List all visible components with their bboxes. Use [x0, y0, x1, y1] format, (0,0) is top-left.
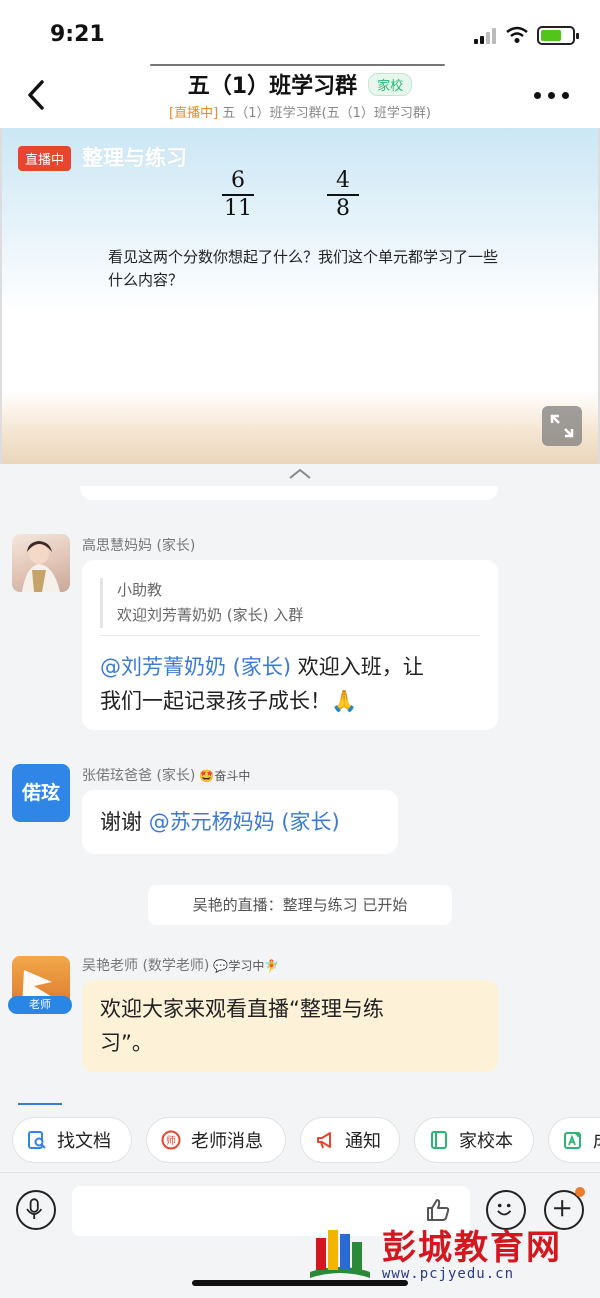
- chat-messages[interactable]: 高思慧妈妈 (家长) 小助教 欢迎刘芳菁奶奶 (家长) 入群 @刘芳菁奶奶 (家…: [0, 486, 600, 1106]
- system-message: 吴艳的直播：整理与练习 已开始: [148, 885, 452, 925]
- watermark-logo-icon: [310, 1230, 370, 1278]
- previous-message-bubble: [80, 486, 498, 500]
- battery-icon: [537, 26, 579, 45]
- mention-link[interactable]: @刘芳菁奶奶 (家长): [100, 655, 291, 679]
- message-text-part: 习”。: [100, 1031, 153, 1055]
- document-search-icon: [28, 1131, 46, 1149]
- fraction-6-11: 6 11: [221, 168, 255, 222]
- subtitle-underline: [150, 64, 445, 66]
- quick-actions-bar: 找文档 师 老师消息 通知 家校本 成: [0, 1117, 600, 1165]
- live-stream-view[interactable]: 直播中 整理与练习 6 11 4 8 看见这两个分数你想起了什么？我们这个单元都…: [0, 128, 600, 464]
- status-time: 9:21: [50, 22, 105, 47]
- quoted-message: 小助教 欢迎刘芳菁奶奶 (家长) 入群: [100, 578, 303, 628]
- chip-label: 家校本: [459, 1131, 513, 1152]
- chip-label: 老师消息: [191, 1131, 263, 1152]
- wifi-icon: [506, 26, 528, 43]
- fraction-numerator: 6: [231, 168, 245, 193]
- sender-name: 吴艳老师 (数学老师) 💬学习中🧚: [82, 955, 279, 975]
- title-row: 五（1）班学习群 家校: [0, 68, 600, 100]
- teacher-messages-button[interactable]: 师 老师消息: [146, 1117, 286, 1163]
- quote-text: 欢迎刘芳菁奶奶 (家长) 入群: [117, 606, 304, 624]
- fraction-numerator: 4: [336, 168, 350, 193]
- fraction-4-8: 4 8: [326, 168, 360, 222]
- chevron-up-icon[interactable]: [288, 468, 312, 480]
- subtitle-live-label: [直播中]: [169, 106, 219, 121]
- group-title[interactable]: 五（1）班学习群: [188, 74, 357, 99]
- user-status-tag: 💬学习中🧚: [213, 959, 280, 973]
- notice-button[interactable]: 通知: [300, 1117, 400, 1163]
- live-subtitle[interactable]: [直播中] 五（1）班学习群(五（1）班学习群): [0, 102, 600, 121]
- school-tag: 家校: [368, 72, 413, 96]
- chip-label: 成: [593, 1127, 600, 1153]
- quote-author: 小助教: [117, 581, 163, 599]
- watermark-name: 彭城教育网: [382, 1228, 562, 1268]
- message-bubble[interactable]: 谢谢 @苏元杨妈妈 (家长): [82, 790, 398, 854]
- sender-name: 张偌玹爸爸 (家长) 🤩奋斗中: [82, 765, 250, 785]
- message-text: 谢谢 @苏元杨妈妈 (家长): [100, 805, 340, 839]
- notification-dot: [575, 1187, 585, 1197]
- teacher-badge: 老师: [8, 996, 72, 1014]
- subtitle-text: 五（1）班学习群(五（1）班学习群): [222, 106, 431, 121]
- avatar[interactable]: [12, 534, 70, 592]
- mention-link[interactable]: @苏元杨妈妈 (家长): [149, 810, 340, 834]
- find-docs-button[interactable]: 找文档: [12, 1117, 132, 1163]
- user-status-tag: 🤩奋斗中: [199, 769, 251, 783]
- scroll-indicator: [18, 1103, 62, 1105]
- chip-label: 找文档: [57, 1131, 111, 1152]
- sender-name-text: 吴艳老师 (数学老师): [82, 958, 210, 974]
- message-text: @刘芳菁奶奶 (家长) 欢迎入班，让 我们一起记录孩子成长！🙏: [100, 650, 490, 718]
- message-bubble[interactable]: 欢迎大家来观看直播“整理与练 习”。: [82, 980, 498, 1072]
- voice-input-icon[interactable]: [16, 1190, 56, 1230]
- teacher-icon: 师: [161, 1130, 181, 1150]
- live-badge: 直播中: [18, 146, 72, 171]
- more-icon[interactable]: [534, 92, 570, 100]
- message-bubble[interactable]: 小助教 欢迎刘芳菁奶奶 (家长) 入群 @刘芳菁奶奶 (家长) 欢迎入班，让 我…: [82, 560, 498, 730]
- divider: [100, 635, 480, 636]
- svg-text:师: 师: [166, 1134, 176, 1147]
- fraction-denominator: 11: [224, 196, 252, 221]
- chip-label: 通知: [345, 1131, 381, 1152]
- message-text-part: 欢迎大家来观看直播“整理与练: [100, 997, 384, 1021]
- fraction-denominator: 8: [336, 196, 350, 221]
- score-icon: [564, 1132, 581, 1149]
- message-text: 欢迎大家来观看直播“整理与练 习”。: [100, 992, 490, 1060]
- fullscreen-icon[interactable]: [542, 406, 582, 446]
- slide-question: 看见这两个分数你想起了什么？我们这个单元都学习了一些什么内容？: [108, 248, 499, 289]
- homework-button[interactable]: 家校本: [414, 1117, 534, 1163]
- sender-name-text: 张偌玹爸爸 (家长): [82, 768, 196, 784]
- more-actions-button[interactable]: 成: [548, 1117, 600, 1163]
- sender-name: 高思慧妈妈 (家长): [82, 538, 196, 554]
- avatar[interactable]: 偌玹: [12, 764, 70, 822]
- home-indicator: [192, 1280, 408, 1286]
- message-text-part: 欢迎入班，让: [291, 655, 424, 679]
- cellular-signal-icon: [474, 28, 498, 44]
- megaphone-icon: [317, 1132, 331, 1149]
- live-title: 整理与练习: [82, 146, 187, 170]
- message-text-part: 我们一起记录孩子成长！🙏: [100, 689, 358, 713]
- message-text-part: 谢谢: [100, 810, 149, 834]
- chat-header: 五（1）班学习群 家校 [直播中] 五（1）班学习群(五（1）班学习群): [0, 60, 600, 128]
- notebook-icon: [431, 1131, 447, 1149]
